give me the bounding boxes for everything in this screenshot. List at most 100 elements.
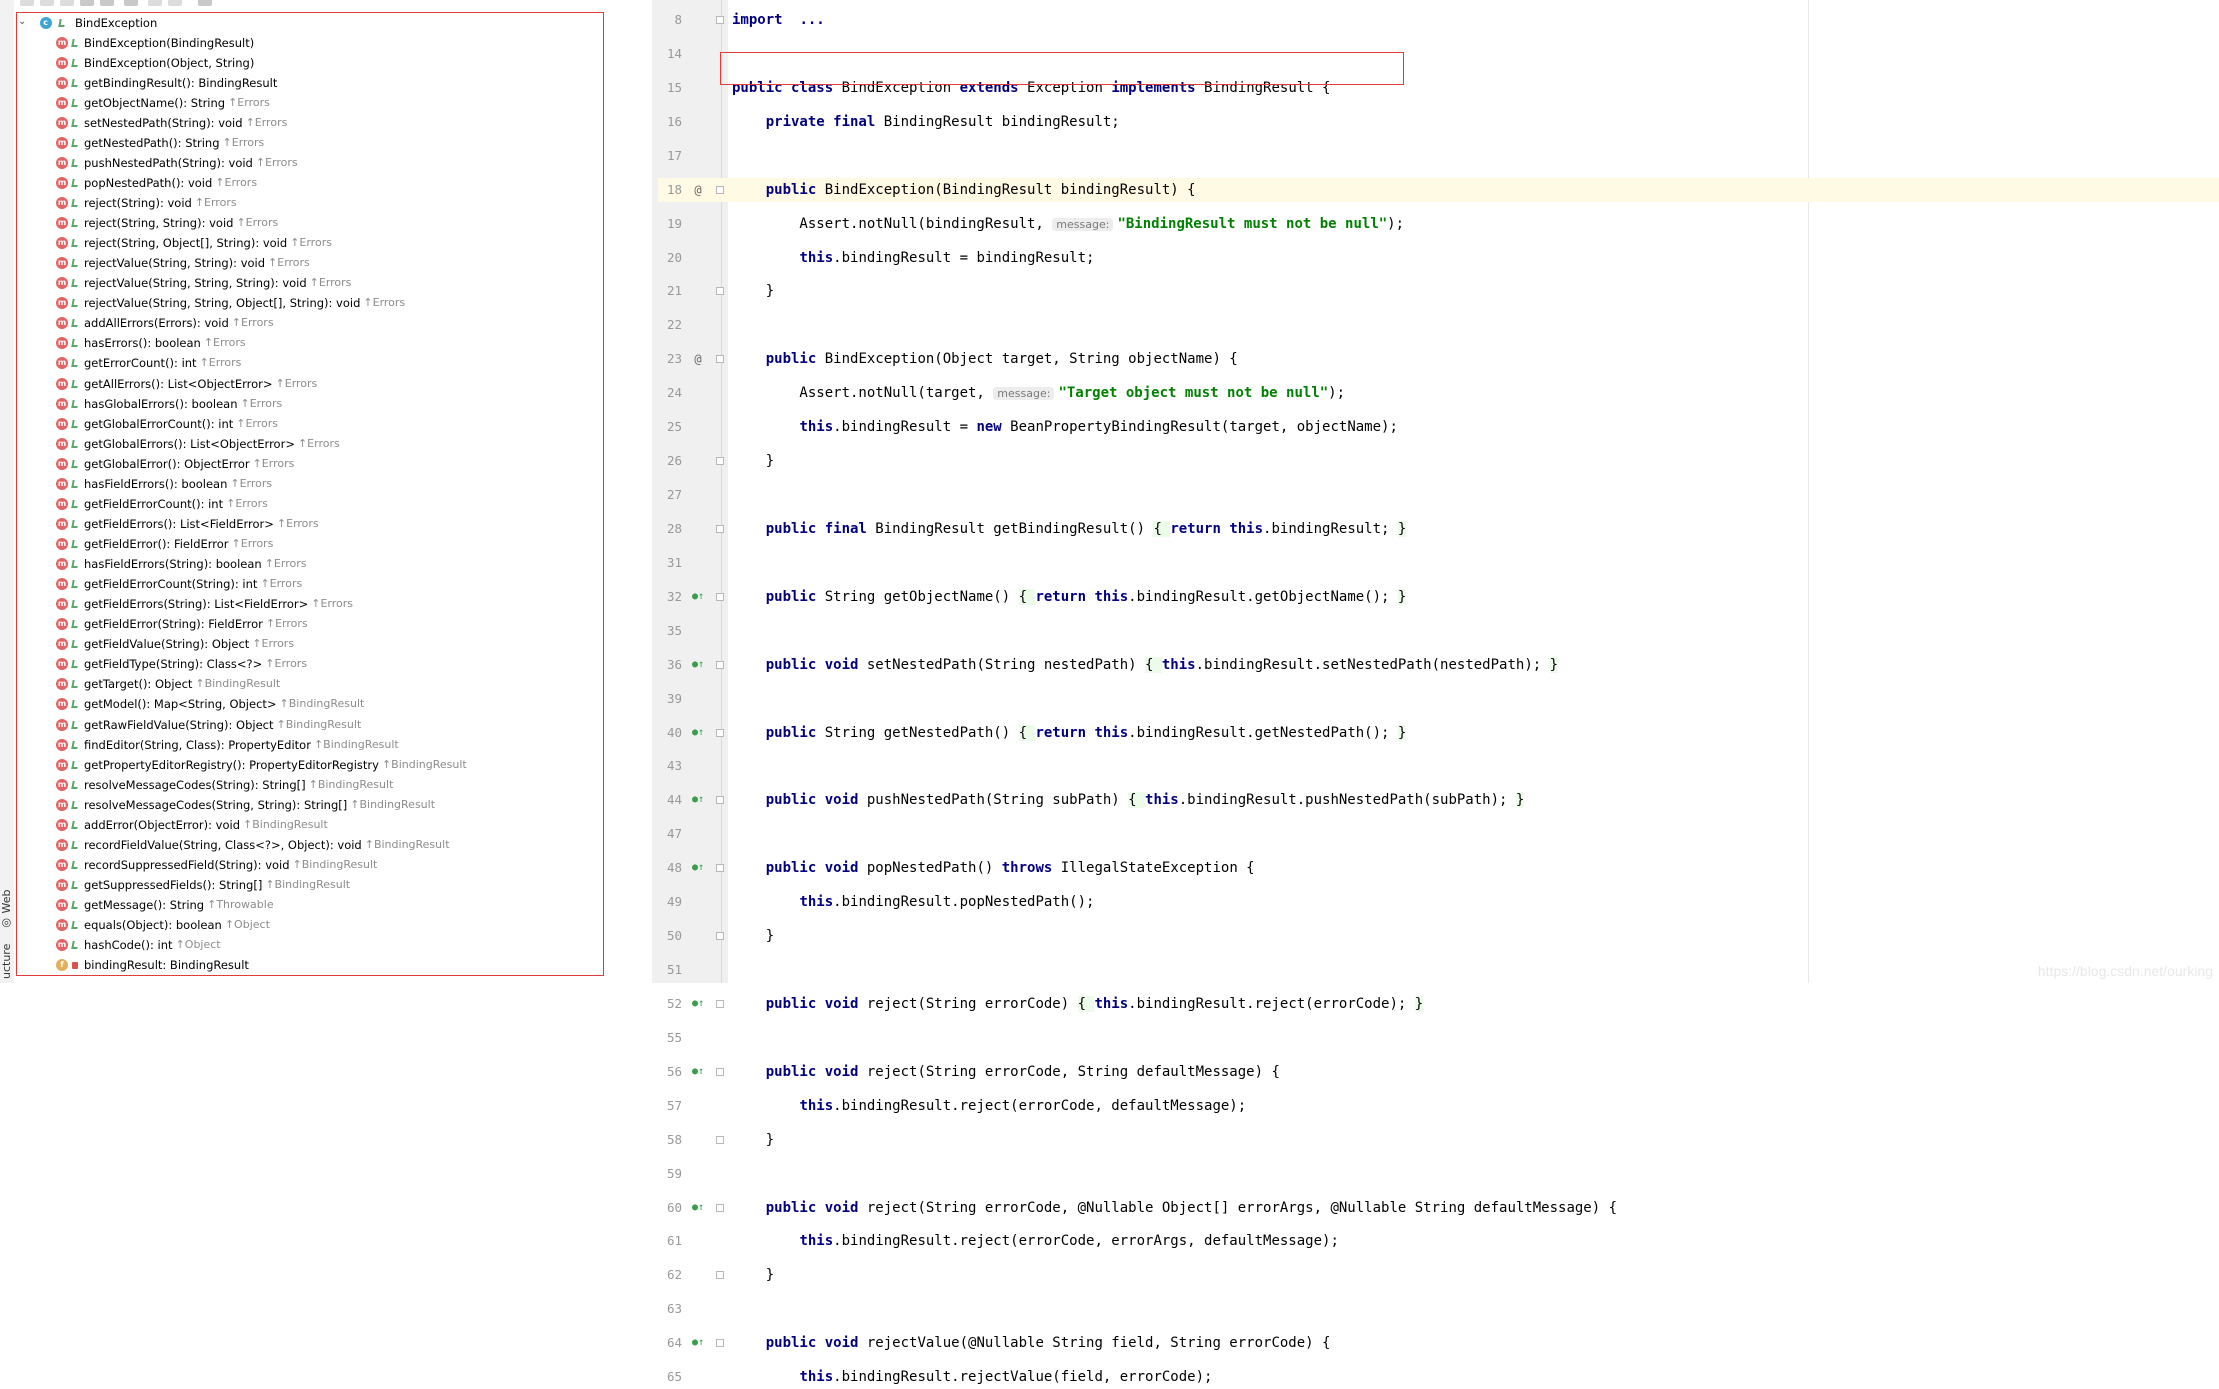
code-line[interactable]: 36 ●↑ public void setNestedPath(String ne… (658, 653, 2219, 677)
code-line[interactable]: 59 (658, 1162, 2219, 1186)
code-line[interactable]: 8 import ... (658, 8, 2219, 32)
toolbar-button[interactable] (40, 0, 54, 6)
code-line[interactable]: 57 this.bindingResult.reject(errorCode, … (658, 1094, 2219, 1118)
tree-method-row[interactable]: m getFieldType(String): Class<?> ↑Errors (56, 654, 307, 674)
implements-method-icon[interactable]: ●↑ (692, 1331, 704, 1355)
tree-method-row[interactable]: m hashCode(): int ↑Object (56, 935, 221, 955)
code-line[interactable]: 16 private final BindingResult bindingRe… (658, 110, 2219, 134)
tree-method-row[interactable]: m hasGlobalErrors(): boolean ↑Errors (56, 393, 282, 413)
tree-method-row[interactable]: m addAllErrors(Errors): void ↑Errors (56, 313, 274, 333)
fold-toggle-icon[interactable] (716, 1067, 724, 1076)
implements-method-icon[interactable]: ●↑ (692, 788, 704, 812)
toolbar-button[interactable] (100, 0, 114, 6)
fold-toggle-icon[interactable] (716, 1271, 724, 1280)
tree-method-row[interactable]: m getGlobalErrorCount(): int ↑Errors (56, 413, 278, 433)
code-line[interactable]: 21 } (658, 279, 2219, 303)
code-line[interactable]: 52 ●↑ public void reject(String errorCode… (658, 992, 2219, 1016)
fold-toggle-icon[interactable] (716, 796, 724, 805)
code-line[interactable]: 31 (658, 551, 2219, 575)
code-line[interactable]: 15 public class BindException extends Exc… (658, 76, 2219, 100)
fold-toggle-icon[interactable] (716, 592, 724, 601)
code-line[interactable]: 60 ●↑ public void reject(String errorCode… (658, 1196, 2219, 1220)
tree-method-row[interactable]: m findEditor(String, Class): PropertyEdit… (56, 734, 399, 754)
tree-root-row[interactable]: ⌄ c BindException (14, 12, 157, 32)
code-line[interactable]: 65 this.bindingResult.rejectValue(field,… (658, 1365, 2219, 1389)
code-line[interactable]: 49 this.bindingResult.popNestedPath(); (658, 890, 2219, 914)
code-line[interactable]: 63 (658, 1297, 2219, 1321)
fold-toggle-icon[interactable] (716, 728, 724, 737)
tree-method-row[interactable]: m setNestedPath(String): void ↑Errors (56, 112, 287, 132)
tree-method-row[interactable]: m getAllErrors(): List<ObjectError> ↑Error… (56, 373, 317, 393)
tree-method-row[interactable]: m getPropertyEditorRegistry(): PropertyEd… (56, 754, 467, 774)
tree-method-row[interactable]: m getObjectName(): String ↑Errors (56, 92, 270, 112)
tree-method-row[interactable]: m addError(ObjectError): void ↑BindingResu… (56, 814, 328, 834)
implements-method-icon[interactable]: ●↑ (692, 992, 704, 1016)
tree-method-row[interactable]: m getFieldError(): FieldError ↑Errors (56, 534, 273, 554)
tree-method-row[interactable]: m rejectValue(String, String, Object[], S… (56, 293, 405, 313)
code-line[interactable]: 64 ●↑ public void rejectValue(@Nullable S… (658, 1331, 2219, 1355)
tree-method-row[interactable]: m pushNestedPath(String): void ↑Errors (56, 152, 298, 172)
constructor-marker-icon[interactable]: @ (692, 178, 704, 202)
tree-method-row[interactable]: m hasFieldErrors(String): boolean ↑Errors (56, 554, 306, 574)
code-line[interactable]: 28 public final BindingResult getBinding… (658, 517, 2219, 541)
fold-toggle-icon[interactable] (716, 999, 724, 1008)
code-line[interactable]: 20 this.bindingResult = bindingResult; (658, 246, 2219, 270)
toolbar-button[interactable] (124, 0, 138, 6)
tree-method-row[interactable]: m recordFieldValue(String, Class<?>, Obje… (56, 834, 450, 854)
fold-toggle-icon[interactable] (716, 932, 724, 941)
tree-field-row[interactable]: f bindingResult: BindingResult (56, 955, 249, 975)
tree-method-row[interactable]: m getFieldErrors(): List<FieldError> ↑Erro… (56, 513, 319, 533)
implements-method-icon[interactable]: ●↑ (692, 585, 704, 609)
tree-method-row[interactable]: m BindException(Object, String) (56, 52, 254, 72)
code-line[interactable]: 26 } (658, 449, 2219, 473)
tree-method-row[interactable]: m hasErrors(): boolean ↑Errors (56, 333, 246, 353)
tree-method-row[interactable]: m getFieldErrorCount(String): int ↑Errors (56, 574, 302, 594)
implements-method-icon[interactable]: ●↑ (692, 1060, 704, 1084)
code-line[interactable]: 55 (658, 1026, 2219, 1050)
tree-method-row[interactable]: m reject(String, String): void ↑Errors (56, 213, 278, 233)
tree-method-row[interactable]: m getMessage(): String ↑Throwable (56, 895, 274, 915)
expand-arrow-icon[interactable]: ⌄ (18, 12, 28, 32)
fold-toggle-icon[interactable] (716, 1135, 724, 1144)
toolbar-button[interactable] (198, 0, 212, 6)
fold-toggle-icon[interactable] (716, 1203, 724, 1212)
code-line[interactable]: 39 (658, 687, 2219, 711)
structure-tool-tab[interactable]: ucture (0, 940, 14, 983)
fold-toggle-icon[interactable] (716, 16, 724, 24)
code-line[interactable]: 61 this.bindingResult.reject(errorCode, … (658, 1229, 2219, 1253)
code-line[interactable]: 23 @ public BindException(Object target, … (658, 347, 2219, 371)
code-line[interactable]: 32 ●↑ public String getObjectName() { ret… (658, 585, 2219, 609)
tree-method-row[interactable]: m reject(String, Object[], String): void ↑… (56, 233, 332, 253)
code-line[interactable]: 17 (658, 144, 2219, 168)
fold-toggle-icon[interactable] (716, 660, 724, 669)
fold-toggle-icon[interactable] (716, 287, 724, 296)
tree-method-row[interactable]: m popNestedPath(): void ↑Errors (56, 172, 257, 192)
tree-method-row[interactable]: m BindException(BindingResult) (56, 32, 254, 52)
code-line[interactable]: 56 ●↑ public void reject(String errorCode… (658, 1060, 2219, 1084)
tree-method-row[interactable]: m recordSuppressedField(String): void ↑Bin… (56, 854, 377, 874)
tree-method-row[interactable]: m resolveMessageCodes(String, String): St… (56, 794, 435, 814)
implements-method-icon[interactable]: ●↑ (692, 721, 704, 745)
code-line[interactable]: 44 ●↑ public void pushNestedPath(String s… (658, 788, 2219, 812)
code-line[interactable]: 47 (658, 822, 2219, 846)
tree-method-row[interactable]: m resolveMessageCodes(String): String[] ↑B… (56, 774, 393, 794)
constructor-marker-icon[interactable]: @ (692, 347, 704, 371)
tree-method-row[interactable]: m equals(Object): boolean ↑Object (56, 915, 270, 935)
code-line[interactable]: 19 Assert.notNull(bindingResult, message… (658, 212, 2219, 236)
code-line[interactable]: 24 Assert.notNull(target, message: "Targe… (658, 381, 2219, 405)
toolbar-button[interactable] (20, 0, 34, 6)
tree-method-row[interactable]: m getTarget(): Object ↑BindingResult (56, 674, 280, 694)
code-line[interactable]: 25 this.bindingResult = new BeanProperty… (658, 415, 2219, 439)
fold-toggle-icon[interactable] (716, 864, 724, 873)
tree-method-row[interactable]: m reject(String): void ↑Errors (56, 192, 237, 212)
tree-method-row[interactable]: m getBindingResult(): BindingResult (56, 72, 277, 92)
fold-toggle-icon[interactable] (716, 1339, 724, 1348)
tree-method-row[interactable]: m getFieldErrorCount(): int ↑Errors (56, 493, 268, 513)
implements-method-icon[interactable]: ●↑ (692, 856, 704, 880)
tree-method-row[interactable]: m getFieldErrors(String): List<FieldError… (56, 594, 353, 614)
code-line[interactable]: 40 ●↑ public String getNestedPath() { ret… (658, 721, 2219, 745)
fold-toggle-icon[interactable] (716, 355, 724, 364)
code-line[interactable]: 14 (658, 42, 2219, 66)
tree-method-row[interactable]: m getModel(): Map<String, Object> ↑Binding… (56, 694, 364, 714)
tree-method-row[interactable]: m getNestedPath(): String ↑Errors (56, 132, 264, 152)
